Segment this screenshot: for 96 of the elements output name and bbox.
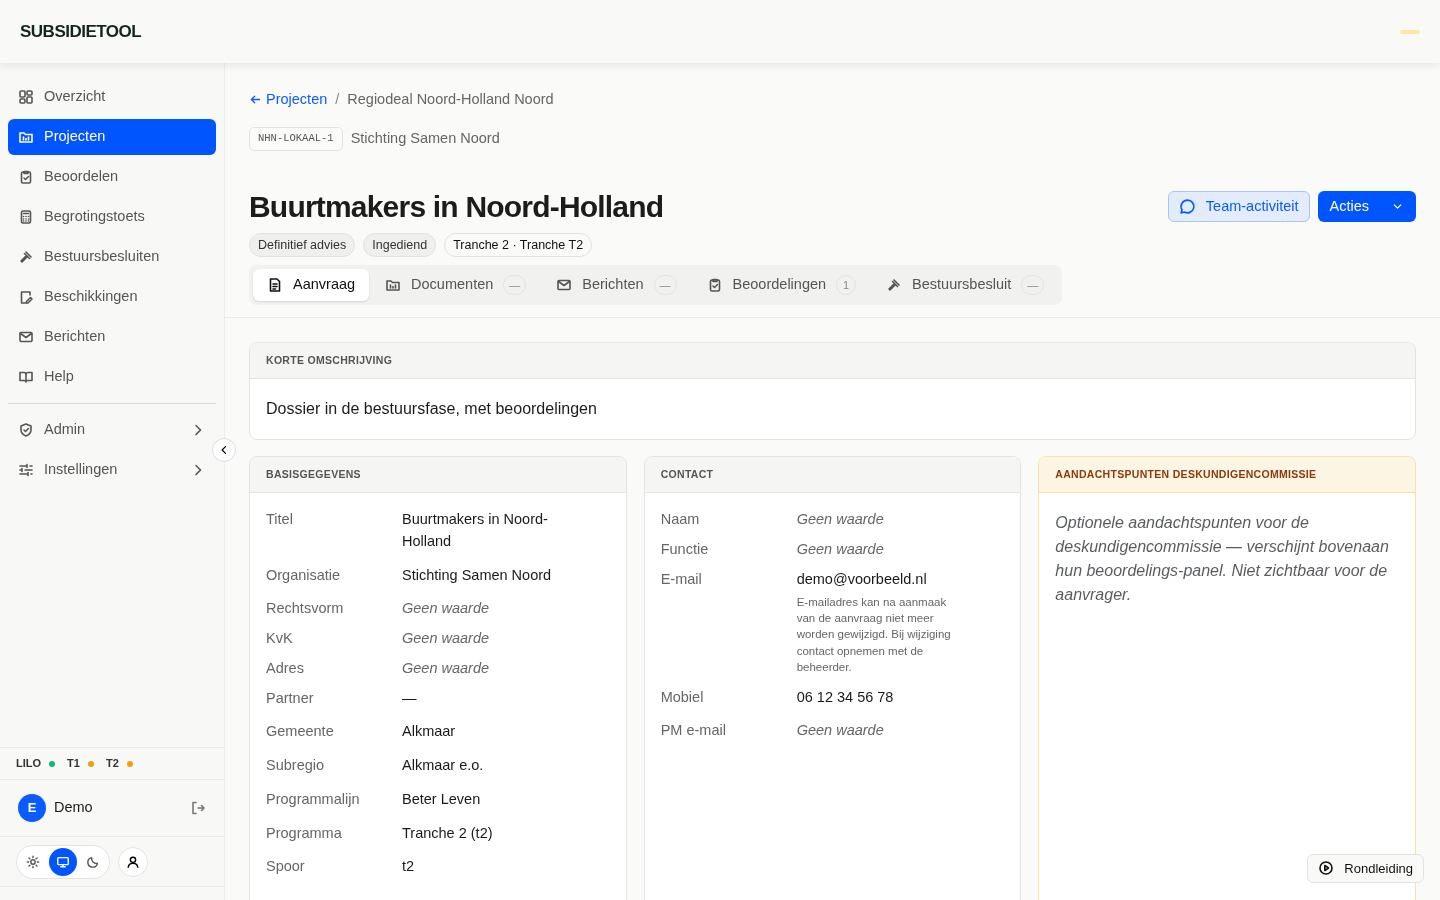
sliders-icon xyxy=(18,462,34,478)
app-logo[interactable]: SUBSIDIETOOL xyxy=(20,18,142,45)
tab[interactable]: Documenten — xyxy=(371,269,541,301)
field-label: Programmalijn xyxy=(266,789,361,809)
breadcrumb-separator: / xyxy=(335,90,340,109)
profile-button[interactable] xyxy=(118,846,148,877)
sidebar-item[interactable]: Bestuursbesluiten xyxy=(8,239,216,275)
panel-heading: AANDACHTSPUNTEN DESKUNDIGENCOMMISSIE xyxy=(1055,466,1317,482)
field-value: Alkmaar xyxy=(402,722,457,742)
book-icon xyxy=(18,369,34,385)
field-label: Subregio xyxy=(266,756,326,775)
sidebar-group[interactable]: Admin xyxy=(8,412,216,448)
document-edit-icon xyxy=(18,289,34,305)
grid-icon xyxy=(18,89,34,105)
field-label: Gemeente xyxy=(266,722,335,742)
panel-heading: BASISGEGEVENS xyxy=(266,466,361,482)
field-value: Geen waarde xyxy=(402,629,491,648)
field-value: t2 xyxy=(402,857,416,877)
project-code: NHN-LOKAAL-1 xyxy=(249,126,343,151)
tab[interactable]: Berichten — xyxy=(542,269,691,301)
sidebar-item[interactable]: Overzicht xyxy=(8,79,216,115)
field-label: Partner xyxy=(266,688,315,708)
field-label: Programma xyxy=(266,823,343,843)
field-value: Geen waarde xyxy=(402,658,491,678)
shield-check-icon xyxy=(18,422,34,438)
team-activity-button[interactable]: Team-activiteit xyxy=(1167,190,1310,223)
user-avatar: E xyxy=(18,794,46,822)
sidebar-item[interactable]: Help xyxy=(8,359,216,395)
field-value: Geen waarde xyxy=(402,599,491,619)
logout-button[interactable] xyxy=(190,800,206,816)
sidebar-item[interactable]: Beschikkingen xyxy=(8,279,216,315)
folder-icon xyxy=(18,129,34,145)
chat-bubble-icon xyxy=(1178,198,1196,215)
sidebar-item[interactable]: Beoordelen xyxy=(8,159,216,195)
theme-option[interactable] xyxy=(49,847,77,876)
collapse-sidebar-button[interactable] xyxy=(212,438,236,462)
field-label: Spoor xyxy=(266,857,306,877)
folder-icon xyxy=(385,277,402,294)
field-label: PM e-mail xyxy=(660,721,727,741)
clipboard-check-icon xyxy=(18,169,34,185)
monitor-icon xyxy=(56,854,70,869)
field-label: Adres xyxy=(266,658,305,678)
sun-icon xyxy=(26,854,40,869)
document-icon xyxy=(267,277,283,294)
gavel-icon xyxy=(18,249,34,265)
play-circle-icon xyxy=(1318,860,1335,877)
field-value: demo@voorbeeld.nl xyxy=(796,569,928,589)
panel-heading: KORTE OMSCHRIJVING xyxy=(266,352,393,368)
field-label: Rechtsvorm xyxy=(266,599,345,619)
field-label: Naam xyxy=(660,510,701,529)
field-label: Functie xyxy=(660,539,710,559)
field-label: Titel xyxy=(266,510,294,529)
panel-heading: CONTACT xyxy=(660,466,714,482)
field-label: E-mail xyxy=(660,569,703,589)
status-tag: Definitief advies xyxy=(249,232,356,258)
field-value: Geen waarde xyxy=(796,539,885,559)
environment-label: T1 xyxy=(67,756,80,772)
actions-dropdown-button[interactable]: Acties xyxy=(1317,190,1416,223)
sidebar-group[interactable]: Instellingen xyxy=(8,452,216,488)
project-title: Buurtmakers in Noord-Holland xyxy=(249,188,664,225)
field-value: Geen waarde xyxy=(796,510,885,529)
tab[interactable]: Bestuursbesluit — xyxy=(872,269,1059,301)
status-tag: Tranche 2 · Tranche T2 xyxy=(444,232,593,258)
field-value: Stichting Samen Noord xyxy=(402,565,553,585)
field-value: 06 12 34 56 78 xyxy=(796,687,895,707)
field-value: Geen waarde xyxy=(796,721,885,741)
field-value: Beter Leven xyxy=(402,789,482,809)
field-value: Alkmaar e.o. xyxy=(402,756,485,775)
tour-button[interactable]: Rondleiding xyxy=(1307,853,1424,883)
status-tag: Ingediend xyxy=(363,232,437,258)
moon-icon xyxy=(86,854,100,869)
tab[interactable]: Aanvraag xyxy=(253,269,370,301)
field-label: Mobiel xyxy=(660,687,705,707)
breadcrumb-link[interactable]: Projecten xyxy=(249,89,328,111)
environment-label: LILO xyxy=(16,756,42,772)
field-value: Buurtmakers in Noord-Holland xyxy=(402,510,549,551)
environment-label: T2 xyxy=(105,756,119,772)
user-icon xyxy=(126,854,140,869)
sidebar-item[interactable]: Begrotingstoets xyxy=(8,199,216,235)
breadcrumb-current: Regiodeal Noord-Holland Noord xyxy=(347,90,554,109)
notification-indicator xyxy=(1400,29,1420,34)
field-label: KvK xyxy=(266,629,294,648)
sidebar-item[interactable]: Berichten xyxy=(8,319,216,355)
gavel-icon xyxy=(886,277,903,294)
field-value: — xyxy=(402,688,418,708)
field-value: Tranche 2 (t2) xyxy=(402,823,494,843)
field-label: Organisatie xyxy=(266,565,342,585)
calculator-icon xyxy=(18,209,34,225)
field-hint: E-mailadres kan na aanmaak van de aanvraag niet meer worden gewijzigd. Bij wijziging contact opnemen met de beheerder. xyxy=(796,595,952,675)
sidebar-item[interactable]: Projecten xyxy=(8,119,216,155)
user-name: Demo xyxy=(54,798,94,818)
organisation-name: Stichting Samen Noord xyxy=(350,128,500,148)
logout-icon xyxy=(190,800,206,816)
tab[interactable]: Beoordelingen 1 xyxy=(692,269,871,301)
summary-text: Dossier in de bestuursfase, met beoordelingen xyxy=(266,399,598,419)
envelope-icon xyxy=(18,329,34,345)
